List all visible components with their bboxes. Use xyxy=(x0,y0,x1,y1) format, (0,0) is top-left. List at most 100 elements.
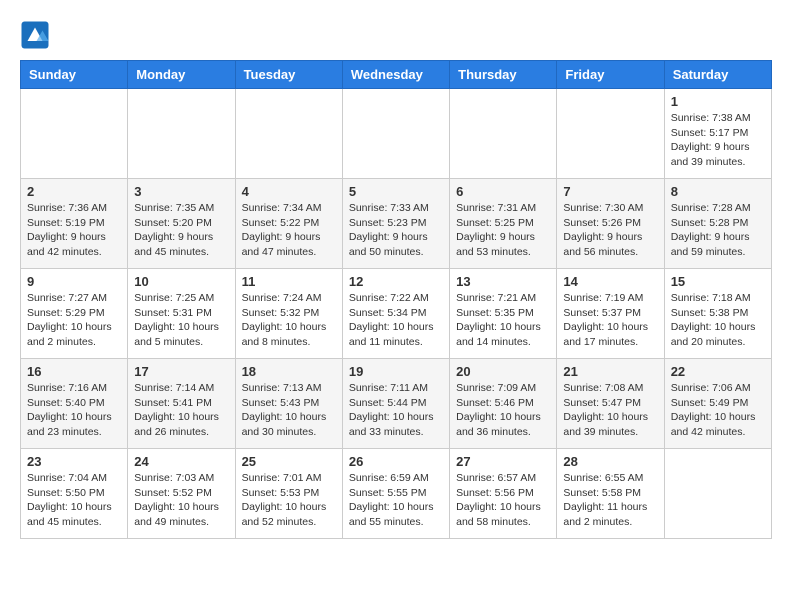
calendar-cell: 4 Sunrise: 7:34 AM Sunset: 5:22 PM Daylig… xyxy=(235,179,342,269)
day-number: 25 xyxy=(242,454,336,469)
column-header-friday: Friday xyxy=(557,61,664,89)
day-info: Sunrise: 7:11 AM Sunset: 5:44 PM Dayligh… xyxy=(349,381,443,440)
page-header xyxy=(20,20,772,50)
column-header-monday: Monday xyxy=(128,61,235,89)
calendar-cell xyxy=(664,449,771,539)
day-info: Sunrise: 7:09 AM Sunset: 5:46 PM Dayligh… xyxy=(456,381,550,440)
calendar-cell: 7 Sunrise: 7:30 AM Sunset: 5:26 PM Daylig… xyxy=(557,179,664,269)
day-number: 26 xyxy=(349,454,443,469)
day-number: 17 xyxy=(134,364,228,379)
day-number: 13 xyxy=(456,274,550,289)
day-number: 16 xyxy=(27,364,121,379)
day-info: Sunrise: 7:21 AM Sunset: 5:35 PM Dayligh… xyxy=(456,291,550,350)
day-number: 18 xyxy=(242,364,336,379)
day-number: 12 xyxy=(349,274,443,289)
day-info: Sunrise: 7:38 AM Sunset: 5:17 PM Dayligh… xyxy=(671,111,765,170)
calendar-cell xyxy=(21,89,128,179)
calendar-cell: 8 Sunrise: 7:28 AM Sunset: 5:28 PM Daylig… xyxy=(664,179,771,269)
calendar-cell xyxy=(450,89,557,179)
day-number: 6 xyxy=(456,184,550,199)
calendar-header-row: SundayMondayTuesdayWednesdayThursdayFrid… xyxy=(21,61,772,89)
calendar-cell: 25 Sunrise: 7:01 AM Sunset: 5:53 PM Dayli… xyxy=(235,449,342,539)
day-info: Sunrise: 6:57 AM Sunset: 5:56 PM Dayligh… xyxy=(456,471,550,530)
column-header-saturday: Saturday xyxy=(664,61,771,89)
calendar-cell: 10 Sunrise: 7:25 AM Sunset: 5:31 PM Dayli… xyxy=(128,269,235,359)
calendar-header: SundayMondayTuesdayWednesdayThursdayFrid… xyxy=(21,61,772,89)
calendar-cell: 24 Sunrise: 7:03 AM Sunset: 5:52 PM Dayli… xyxy=(128,449,235,539)
column-header-tuesday: Tuesday xyxy=(235,61,342,89)
day-info: Sunrise: 7:35 AM Sunset: 5:20 PM Dayligh… xyxy=(134,201,228,260)
day-info: Sunrise: 7:13 AM Sunset: 5:43 PM Dayligh… xyxy=(242,381,336,440)
column-header-wednesday: Wednesday xyxy=(342,61,449,89)
day-number: 7 xyxy=(563,184,657,199)
calendar-cell: 18 Sunrise: 7:13 AM Sunset: 5:43 PM Dayli… xyxy=(235,359,342,449)
day-info: Sunrise: 7:16 AM Sunset: 5:40 PM Dayligh… xyxy=(27,381,121,440)
calendar-week-2: 2Sunrise: 7:36 AM Sunset: 5:19 PM Daylig… xyxy=(21,179,772,269)
calendar-cell: 6 Sunrise: 7:31 AM Sunset: 5:25 PM Daylig… xyxy=(450,179,557,269)
day-number: 1 xyxy=(671,94,765,109)
day-number: 8 xyxy=(671,184,765,199)
day-info: Sunrise: 7:14 AM Sunset: 5:41 PM Dayligh… xyxy=(134,381,228,440)
calendar-cell: 22 Sunrise: 7:06 AM Sunset: 5:49 PM Dayli… xyxy=(664,359,771,449)
day-info: Sunrise: 7:33 AM Sunset: 5:23 PM Dayligh… xyxy=(349,201,443,260)
calendar-cell: 21Sunrise: 7:08 AM Sunset: 5:47 PM Dayli… xyxy=(557,359,664,449)
day-number: 4 xyxy=(242,184,336,199)
day-number: 3 xyxy=(134,184,228,199)
calendar-cell: 13 Sunrise: 7:21 AM Sunset: 5:35 PM Dayli… xyxy=(450,269,557,359)
day-info: Sunrise: 7:24 AM Sunset: 5:32 PM Dayligh… xyxy=(242,291,336,350)
calendar-cell: 26Sunrise: 6:59 AM Sunset: 5:55 PM Dayli… xyxy=(342,449,449,539)
day-number: 9 xyxy=(27,274,121,289)
calendar-table: SundayMondayTuesdayWednesdayThursdayFrid… xyxy=(20,60,772,539)
calendar-cell: 19 Sunrise: 7:11 AM Sunset: 5:44 PM Dayli… xyxy=(342,359,449,449)
calendar-week-3: 9 Sunrise: 7:27 AM Sunset: 5:29 PM Daylig… xyxy=(21,269,772,359)
day-info: Sunrise: 7:31 AM Sunset: 5:25 PM Dayligh… xyxy=(456,201,550,260)
calendar-cell: 9 Sunrise: 7:27 AM Sunset: 5:29 PM Daylig… xyxy=(21,269,128,359)
column-header-thursday: Thursday xyxy=(450,61,557,89)
calendar-cell: 5 Sunrise: 7:33 AM Sunset: 5:23 PM Daylig… xyxy=(342,179,449,269)
day-number: 5 xyxy=(349,184,443,199)
calendar-cell: 11 Sunrise: 7:24 AM Sunset: 5:32 PM Dayli… xyxy=(235,269,342,359)
day-number: 11 xyxy=(242,274,336,289)
day-info: Sunrise: 7:22 AM Sunset: 5:34 PM Dayligh… xyxy=(349,291,443,350)
calendar-cell: 23Sunrise: 7:04 AM Sunset: 5:50 PM Dayli… xyxy=(21,449,128,539)
calendar-cell: 17 Sunrise: 7:14 AM Sunset: 5:41 PM Dayli… xyxy=(128,359,235,449)
calendar-cell: 1 Sunrise: 7:38 AM Sunset: 5:17 PM Daylig… xyxy=(664,89,771,179)
day-info: Sunrise: 7:25 AM Sunset: 5:31 PM Dayligh… xyxy=(134,291,228,350)
day-info: Sunrise: 7:27 AM Sunset: 5:29 PM Dayligh… xyxy=(27,291,121,350)
day-info: Sunrise: 7:18 AM Sunset: 5:38 PM Dayligh… xyxy=(671,291,765,350)
calendar-cell: 15 Sunrise: 7:18 AM Sunset: 5:38 PM Dayli… xyxy=(664,269,771,359)
day-info: Sunrise: 7:19 AM Sunset: 5:37 PM Dayligh… xyxy=(563,291,657,350)
day-number: 19 xyxy=(349,364,443,379)
calendar-week-4: 16 Sunrise: 7:16 AM Sunset: 5:40 PM Dayli… xyxy=(21,359,772,449)
day-number: 14 xyxy=(563,274,657,289)
day-info: Sunrise: 7:01 AM Sunset: 5:53 PM Dayligh… xyxy=(242,471,336,530)
day-info: Sunrise: 7:28 AM Sunset: 5:28 PM Dayligh… xyxy=(671,201,765,260)
day-number: 10 xyxy=(134,274,228,289)
calendar-cell: 20 Sunrise: 7:09 AM Sunset: 5:46 PM Dayli… xyxy=(450,359,557,449)
logo-icon xyxy=(20,20,50,50)
column-header-sunday: Sunday xyxy=(21,61,128,89)
calendar-cell xyxy=(557,89,664,179)
calendar-week-5: 23Sunrise: 7:04 AM Sunset: 5:50 PM Dayli… xyxy=(21,449,772,539)
calendar-cell: 12 Sunrise: 7:22 AM Sunset: 5:34 PM Dayli… xyxy=(342,269,449,359)
calendar-cell xyxy=(235,89,342,179)
day-number: 23 xyxy=(27,454,121,469)
calendar-cell xyxy=(128,89,235,179)
day-number: 20 xyxy=(456,364,550,379)
calendar-cell: 28Sunrise: 6:55 AM Sunset: 5:58 PM Dayli… xyxy=(557,449,664,539)
day-info: Sunrise: 6:55 AM Sunset: 5:58 PM Dayligh… xyxy=(563,471,657,530)
day-info: Sunrise: 7:30 AM Sunset: 5:26 PM Dayligh… xyxy=(563,201,657,260)
day-info: Sunrise: 7:34 AM Sunset: 5:22 PM Dayligh… xyxy=(242,201,336,260)
day-number: 21 xyxy=(563,364,657,379)
day-number: 22 xyxy=(671,364,765,379)
day-info: Sunrise: 7:06 AM Sunset: 5:49 PM Dayligh… xyxy=(671,381,765,440)
calendar-body: 1 Sunrise: 7:38 AM Sunset: 5:17 PM Daylig… xyxy=(21,89,772,539)
calendar-cell: 14 Sunrise: 7:19 AM Sunset: 5:37 PM Dayli… xyxy=(557,269,664,359)
day-info: Sunrise: 7:36 AM Sunset: 5:19 PM Dayligh… xyxy=(27,201,121,260)
day-number: 15 xyxy=(671,274,765,289)
calendar-cell: 3 Sunrise: 7:35 AM Sunset: 5:20 PM Daylig… xyxy=(128,179,235,269)
day-info: Sunrise: 7:03 AM Sunset: 5:52 PM Dayligh… xyxy=(134,471,228,530)
logo xyxy=(20,20,54,50)
calendar-cell xyxy=(342,89,449,179)
day-number: 24 xyxy=(134,454,228,469)
